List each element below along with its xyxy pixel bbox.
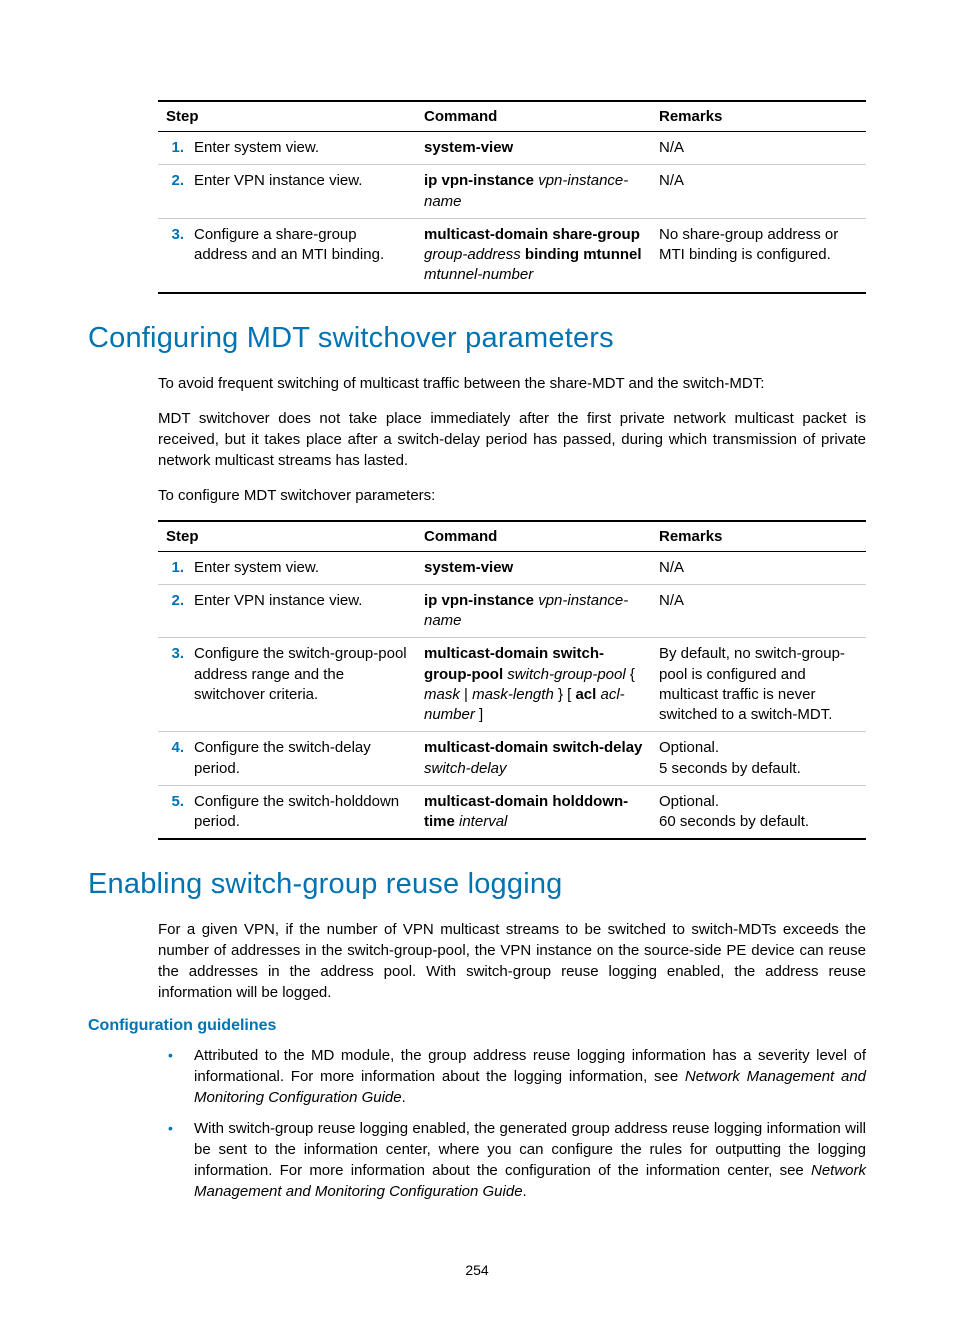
table-mdt-switchover: Step Command Remarks 1. Enter system vie… <box>158 520 866 841</box>
command-cell: ip vpn-instance vpn-instance-name <box>416 165 651 219</box>
remarks-cell: Optional.5 seconds by default. <box>651 732 866 786</box>
paragraph: To configure MDT switchover parameters: <box>158 485 866 506</box>
command-cell: system-view <box>416 551 651 584</box>
step-number: 2. <box>158 584 186 638</box>
command-cell: system-view <box>416 132 651 165</box>
list-item: Attributed to the MD module, the group a… <box>158 1045 866 1108</box>
step-number: 1. <box>158 551 186 584</box>
step-desc: Configure the switch-holddown period. <box>186 785 416 839</box>
step-desc: Configure a share-group address and an M… <box>186 218 416 292</box>
remarks-cell: N/A <box>651 165 866 219</box>
step-desc: Enter VPN instance view. <box>186 165 416 219</box>
table-row: 4. Configure the switch-delay period. mu… <box>158 732 866 786</box>
table-row: 3. Configure the switch-group-pool addre… <box>158 638 866 732</box>
step-number: 1. <box>158 132 186 165</box>
th-remarks: Remarks <box>651 521 866 552</box>
remarks-cell: By default, no switch-group-pool is conf… <box>651 638 866 732</box>
table-row: 2. Enter VPN instance view. ip vpn-insta… <box>158 584 866 638</box>
command-cell: multicast-domain holddown-time interval <box>416 785 651 839</box>
paragraph: For a given VPN, if the number of VPN mu… <box>158 919 866 1003</box>
remarks-cell: No share-group address or MTI binding is… <box>651 218 866 292</box>
table-row: 5. Configure the switch-holddown period.… <box>158 785 866 839</box>
step-number: 4. <box>158 732 186 786</box>
step-desc: Enter VPN instance view. <box>186 584 416 638</box>
step-number: 2. <box>158 165 186 219</box>
step-number: 5. <box>158 785 186 839</box>
command-cell: multicast-domain switch-group-pool switc… <box>416 638 651 732</box>
table-share-group: Step Command Remarks 1. Enter system vie… <box>158 100 866 294</box>
heading-mdt-switchover: Configuring MDT switchover parameters <box>88 322 866 355</box>
table-row: 2. Enter VPN instance view. ip vpn-insta… <box>158 165 866 219</box>
th-remarks: Remarks <box>651 101 866 132</box>
remarks-cell: N/A <box>651 132 866 165</box>
subheading-config-guidelines: Configuration guidelines <box>88 1017 866 1035</box>
step-desc: Configure the switch-group-pool address … <box>186 638 416 732</box>
page-number: 254 <box>88 1262 866 1278</box>
table-row: 3. Configure a share-group address and a… <box>158 218 866 292</box>
list-item: With switch-group reuse logging enabled,… <box>158 1118 866 1202</box>
step-desc: Enter system view. <box>186 132 416 165</box>
paragraph: MDT switchover does not take place immed… <box>158 408 866 471</box>
step-desc: Enter system view. <box>186 551 416 584</box>
remarks-cell: N/A <box>651 584 866 638</box>
th-step: Step <box>158 101 416 132</box>
th-command: Command <box>416 521 651 552</box>
th-step: Step <box>158 521 416 552</box>
heading-switch-group-logging: Enabling switch-group reuse logging <box>88 868 866 901</box>
bullet-list: Attributed to the MD module, the group a… <box>158 1045 866 1202</box>
step-number: 3. <box>158 218 186 292</box>
remarks-cell: N/A <box>651 551 866 584</box>
step-number: 3. <box>158 638 186 732</box>
step-desc: Configure the switch-delay period. <box>186 732 416 786</box>
table-row: 1. Enter system view. system-view N/A <box>158 551 866 584</box>
th-command: Command <box>416 101 651 132</box>
paragraph: To avoid frequent switching of multicast… <box>158 373 866 394</box>
table-row: 1. Enter system view. system-view N/A <box>158 132 866 165</box>
command-cell: multicast-domain switch-delay switch-del… <box>416 732 651 786</box>
remarks-cell: Optional.60 seconds by default. <box>651 785 866 839</box>
command-cell: multicast-domain share-group group-addre… <box>416 218 651 292</box>
command-cell: ip vpn-instance vpn-instance-name <box>416 584 651 638</box>
